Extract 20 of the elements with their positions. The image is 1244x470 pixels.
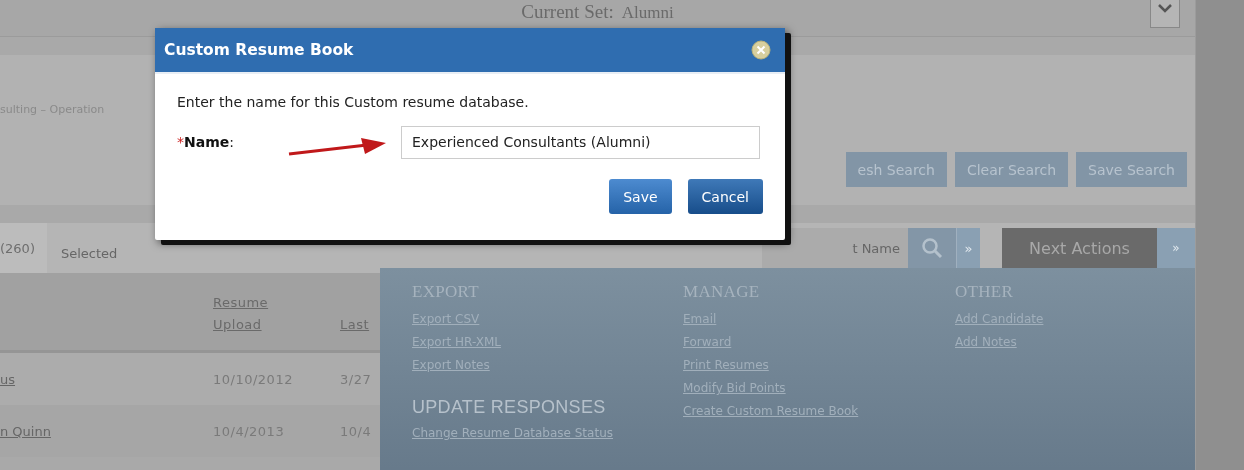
current-set-value: Alumni — [621, 3, 674, 23]
field-label: *Name: — [177, 134, 235, 150]
current-set-label: Current Set: — [521, 1, 614, 23]
cancel-button[interactable]: Cancel — [687, 179, 763, 214]
menu-section-title: UPDATE RESPONSES — [412, 397, 607, 418]
dialog-message: Enter the name for this Custom resume database. — [177, 94, 530, 110]
candidate-link[interactable]: n Quinn — [0, 423, 51, 439]
results-tab[interactable]: Selected — [52, 243, 126, 263]
candidate-link[interactable]: us — [0, 371, 15, 387]
next-actions-button[interactable]: Next Actions — [1002, 228, 1157, 268]
dropdown-toggle[interactable] — [1150, 0, 1180, 28]
save-button[interactable]: Save — [609, 179, 672, 214]
search-icon — [921, 237, 943, 259]
name-search-field[interactable]: t Name — [762, 228, 908, 268]
dialog-title: Custom Resume Book — [164, 41, 354, 59]
next-actions-toggle[interactable]: » — [1157, 228, 1195, 268]
name-input-field[interactable]: Experienced Consultants (Alumni) — [401, 125, 760, 159]
close-icon[interactable] — [751, 40, 771, 60]
results-tab[interactable]: (260) — [0, 223, 47, 273]
more-options-button[interactable]: » — [956, 228, 980, 268]
